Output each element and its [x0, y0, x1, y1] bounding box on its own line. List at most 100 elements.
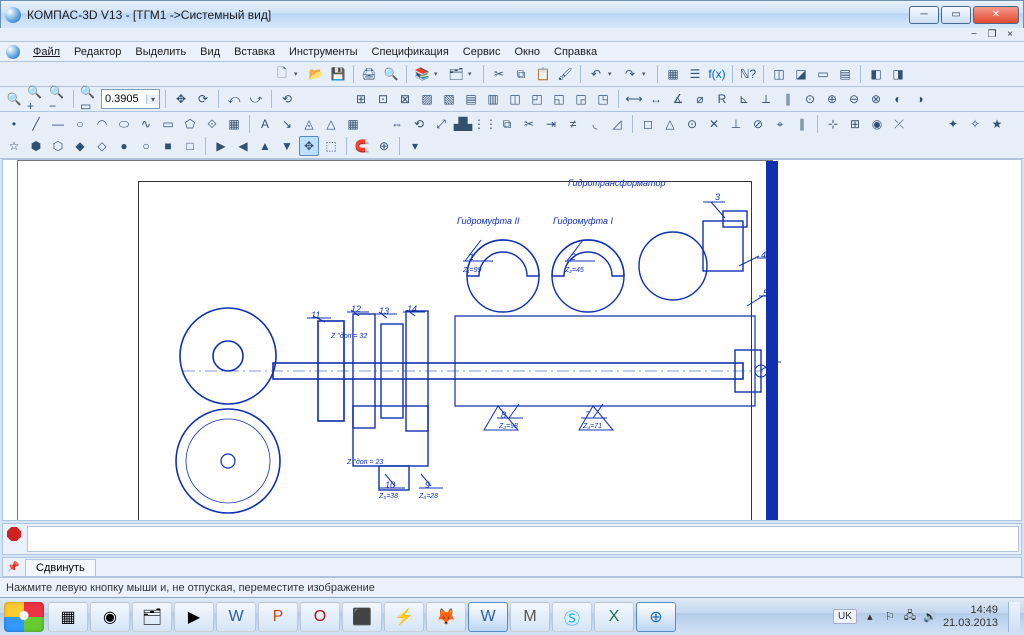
- aux-tool-icon[interactable]: ▼: [277, 136, 297, 156]
- taskbar-word-icon[interactable]: W: [216, 602, 256, 632]
- taskbar-mediaplayer-icon[interactable]: ▶: [174, 602, 214, 632]
- tb-extra-3-icon[interactable]: ▭: [813, 64, 833, 84]
- doc-icon[interactable]: [6, 45, 20, 59]
- dim-tool-icon[interactable]: ◐: [888, 89, 908, 109]
- snap-cen-icon[interactable]: ⊙: [682, 114, 702, 134]
- taskbar-skype-icon[interactable]: Ⓢ: [552, 602, 592, 632]
- geom-circle-icon[interactable]: ○: [70, 114, 90, 134]
- print-icon[interactable]: 🖨: [359, 64, 379, 84]
- edit-tool-icon[interactable]: ◫: [505, 89, 525, 109]
- tb-extra-6-icon[interactable]: ◨: [888, 64, 908, 84]
- annot-leader-icon[interactable]: ↘: [277, 114, 297, 134]
- dropdown-icon[interactable]: ▾: [294, 70, 304, 78]
- library-mgr-icon[interactable]: ▦: [663, 64, 683, 84]
- library-icon[interactable]: 📚: [412, 64, 432, 84]
- snap-tan-icon[interactable]: ⊘: [748, 114, 768, 134]
- taskbar-totalcmd-icon[interactable]: ▦: [48, 602, 88, 632]
- aux-tool-icon[interactable]: ✧: [965, 114, 985, 134]
- mode-ortho-icon[interactable]: ⊹: [823, 114, 843, 134]
- zoom-window-icon[interactable]: 🔍: [4, 89, 24, 109]
- dim-tool-icon[interactable]: ∥: [778, 89, 798, 109]
- minimize-button[interactable]: ─: [909, 6, 939, 24]
- edit-tool-icon[interactable]: ▥: [483, 89, 503, 109]
- edit-tool-icon[interactable]: ◲: [571, 89, 591, 109]
- show-desktop-button[interactable]: [1008, 602, 1020, 632]
- dim-tool-icon[interactable]: ⟷: [624, 89, 644, 109]
- tray-clock[interactable]: 14:49 21.03.2013: [943, 604, 998, 628]
- geom-spline-icon[interactable]: ∿: [136, 114, 156, 134]
- trans-fillet-icon[interactable]: ◟: [585, 114, 605, 134]
- geom-rect-icon[interactable]: ▭: [158, 114, 178, 134]
- aux-tool-icon[interactable]: ✥: [299, 136, 319, 156]
- menu-help[interactable]: Справка: [547, 44, 604, 60]
- mdi-restore-icon[interactable]: ❐: [986, 29, 998, 40]
- aux-tool-icon[interactable]: ⊕: [374, 136, 394, 156]
- geom-line-icon[interactable]: ╱: [26, 114, 46, 134]
- refresh-icon[interactable]: ⟲: [277, 89, 297, 109]
- taskbar-mathcad-icon[interactable]: M: [510, 602, 550, 632]
- taskbar-opera-icon[interactable]: O: [300, 602, 340, 632]
- aux-tool-icon[interactable]: ☆: [4, 136, 24, 156]
- mdi-close-icon[interactable]: ×: [1004, 29, 1016, 40]
- menu-window[interactable]: Окно: [507, 44, 547, 60]
- redo-icon[interactable]: ↷: [620, 64, 640, 84]
- aux-tool-icon[interactable]: ▲: [255, 136, 275, 156]
- preview-icon[interactable]: 🔍: [381, 64, 401, 84]
- geom-poly-icon[interactable]: ⬠: [180, 114, 200, 134]
- annot-text-icon[interactable]: A: [255, 114, 275, 134]
- aux-tool-icon[interactable]: ○: [136, 136, 156, 156]
- next-view-icon[interactable]: ⤻: [246, 89, 266, 109]
- mdi-minimize-icon[interactable]: −: [968, 29, 980, 40]
- taskbar-winamp-icon[interactable]: ⚡: [384, 602, 424, 632]
- close-button[interactable]: ✕: [973, 6, 1019, 24]
- dropdown-icon[interactable]: ▾: [642, 70, 652, 78]
- tb-extra-4-icon[interactable]: ▤: [835, 64, 855, 84]
- dropdown-icon[interactable]: ▾: [434, 70, 444, 78]
- zoom-value-field[interactable]: [102, 91, 146, 107]
- tb-extra-2-icon[interactable]: ◪: [791, 64, 811, 84]
- menu-view[interactable]: Вид: [193, 44, 227, 60]
- taskbar-word-doc-icon[interactable]: W: [468, 602, 508, 632]
- trans-break-icon[interactable]: ≠: [563, 114, 583, 134]
- taskbar-firefox-icon[interactable]: 🦊: [426, 602, 466, 632]
- zoom-out-icon[interactable]: 🔍−: [48, 89, 68, 109]
- tray-flag-icon[interactable]: ⚐: [883, 610, 897, 624]
- manager-icon[interactable]: 🗂: [446, 64, 466, 84]
- tray-volume-icon[interactable]: 🔊: [923, 610, 937, 624]
- aux-tool-icon[interactable]: ◆: [70, 136, 90, 156]
- aux-tool-icon[interactable]: ▶: [211, 136, 231, 156]
- drawing-canvas[interactable]: Гидротрансформатор Гидромуфта II Гидрому…: [2, 159, 1022, 521]
- tray-chevron-icon[interactable]: ▴: [863, 610, 877, 624]
- maximize-button[interactable]: ▭: [941, 6, 971, 24]
- dim-tool-icon[interactable]: ⟂: [756, 89, 776, 109]
- aux-tool-icon[interactable]: □: [180, 136, 200, 156]
- aux-tool-icon[interactable]: ⬢: [26, 136, 46, 156]
- zoom-fit-icon[interactable]: 🔍▭: [79, 89, 99, 109]
- dropdown-icon[interactable]: ▾: [146, 95, 159, 104]
- dim-tool-icon[interactable]: ∡: [668, 89, 688, 109]
- geom-arc-icon[interactable]: ◠: [92, 114, 112, 134]
- trans-trim-icon[interactable]: ✂: [519, 114, 539, 134]
- paste-icon[interactable]: 📋: [533, 64, 553, 84]
- geom-point-icon[interactable]: •: [4, 114, 24, 134]
- tray-network-icon[interactable]: 🖧: [903, 610, 917, 624]
- edit-tool-icon[interactable]: ⊠: [395, 89, 415, 109]
- snap-par-icon[interactable]: ∥: [792, 114, 812, 134]
- taskbar-excel-icon[interactable]: X: [594, 602, 634, 632]
- snap-mid-icon[interactable]: △: [660, 114, 680, 134]
- save-icon[interactable]: 💾: [328, 64, 348, 84]
- trans-copy-icon[interactable]: ⧉: [497, 114, 517, 134]
- aux-tool-icon[interactable]: ⬡: [48, 136, 68, 156]
- aux-tool-icon[interactable]: ◇: [92, 136, 112, 156]
- aux-tool-icon[interactable]: ▾: [405, 136, 425, 156]
- dim-tool-icon[interactable]: ⌀: [690, 89, 710, 109]
- help-icon[interactable]: ℕ?: [738, 64, 758, 84]
- annot-datum-icon[interactable]: ◬: [299, 114, 319, 134]
- dim-tool-icon[interactable]: ⊙: [800, 89, 820, 109]
- undo-icon[interactable]: ↶: [586, 64, 606, 84]
- snap-near-icon[interactable]: ⌖: [770, 114, 790, 134]
- geom-seg-icon[interactable]: —: [48, 114, 68, 134]
- trans-move-icon[interactable]: ⇔: [387, 114, 407, 134]
- mode-track-icon[interactable]: ⤫: [889, 114, 909, 134]
- aux-tool-icon[interactable]: ◀: [233, 136, 253, 156]
